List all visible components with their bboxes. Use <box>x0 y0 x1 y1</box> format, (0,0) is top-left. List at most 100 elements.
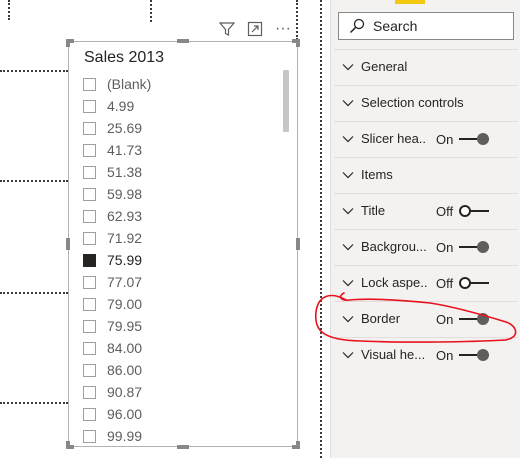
chevron-down-icon[interactable] <box>342 135 354 143</box>
chevron-down-icon[interactable] <box>342 279 354 287</box>
chevron-down-icon[interactable] <box>342 315 354 323</box>
format-section-label: Backgrou... <box>361 239 427 254</box>
slicer-item[interactable]: 86.00 <box>83 359 151 381</box>
slicer-item[interactable]: 4.99 <box>83 95 151 117</box>
slicer-title: Sales 2013 <box>84 49 165 66</box>
chevron-down-icon[interactable] <box>342 243 354 251</box>
slicer-checkbox[interactable] <box>83 187 96 201</box>
slicer-item[interactable]: 71.92 <box>83 227 151 249</box>
toggle-state-label: On <box>436 311 454 327</box>
slicer-item-label: 79.95 <box>107 318 143 334</box>
slicer-checkbox[interactable] <box>83 297 96 311</box>
chevron-down-icon[interactable] <box>342 171 354 179</box>
slicer-checkbox[interactable] <box>83 341 96 355</box>
format-section-label: Selection controls <box>361 95 464 110</box>
slicer-item[interactable]: 62.93 <box>83 205 151 227</box>
slicer-item[interactable]: 59.98 <box>83 183 151 205</box>
chevron-down-icon[interactable] <box>342 99 354 107</box>
resize-handle[interactable] <box>177 39 189 43</box>
format-section-lock-aspe[interactable]: Lock aspe... Off <box>334 265 518 299</box>
slicer-checkbox[interactable] <box>83 99 96 113</box>
slicer-item-label: 77.07 <box>107 274 143 290</box>
slicer-checkbox[interactable] <box>83 385 96 399</box>
slicer-checkbox[interactable] <box>83 319 96 333</box>
slicer-item-label: 59.98 <box>107 186 143 202</box>
toggle-knob <box>477 349 489 361</box>
format-section-border[interactable]: Border On <box>334 301 518 335</box>
toggle-control[interactable]: On <box>436 338 489 372</box>
toggle-knob <box>477 313 489 325</box>
toggle-switch[interactable] <box>459 205 489 217</box>
visual-header: ··· <box>218 20 292 38</box>
resize-handle[interactable] <box>296 441 300 449</box>
slicer-item[interactable]: 79.95 <box>83 315 151 337</box>
resize-handle[interactable] <box>66 39 70 47</box>
focus-mode-icon[interactable] <box>246 20 264 38</box>
toggle-switch[interactable] <box>459 277 489 289</box>
canvas-guide-line <box>0 180 68 182</box>
toggle-control[interactable]: On <box>436 230 489 264</box>
slicer-item[interactable]: 99.99 <box>83 425 151 447</box>
slicer-item-label: 51.38 <box>107 164 143 180</box>
slicer-item[interactable]: 41.73 <box>83 139 151 161</box>
chevron-down-icon[interactable] <box>342 63 354 71</box>
canvas-guide-line <box>296 0 298 40</box>
toggle-control[interactable]: Off <box>436 194 489 228</box>
slicer-item[interactable]: 51.38 <box>83 161 151 183</box>
slicer-checkbox[interactable] <box>83 407 96 421</box>
resize-handle[interactable] <box>177 445 189 449</box>
format-section-items[interactable]: Items <box>334 157 518 191</box>
resize-handle[interactable] <box>66 441 70 449</box>
toggle-control[interactable]: Off <box>436 266 489 300</box>
slicer-item[interactable]: 77.07 <box>83 271 151 293</box>
slicer-item-label: 25.69 <box>107 120 143 136</box>
canvas-guide-line <box>8 0 10 20</box>
slicer-scrollbar[interactable] <box>283 70 289 132</box>
slicer-checkbox[interactable] <box>83 143 96 157</box>
format-section-backgrou[interactable]: Backgrou... On <box>334 229 518 263</box>
slicer-checkbox[interactable] <box>83 121 96 135</box>
slicer-item[interactable]: 79.00 <box>83 293 151 315</box>
toggle-track <box>469 210 489 212</box>
slicer-item[interactable]: 84.00 <box>83 337 151 359</box>
toggle-control[interactable]: On <box>436 302 489 336</box>
format-section-general[interactable]: General <box>334 49 518 83</box>
slicer-item-label: 62.93 <box>107 208 143 224</box>
slicer-item[interactable]: 25.69 <box>83 117 151 139</box>
slicer-checkbox[interactable] <box>83 275 96 289</box>
resize-handle[interactable] <box>66 238 70 250</box>
slicer-checkbox[interactable] <box>83 231 96 245</box>
slicer-item[interactable]: (Blank) <box>83 73 151 95</box>
format-section-label: Border <box>361 311 401 326</box>
more-options-icon[interactable]: ··· <box>274 20 292 38</box>
slicer-visual[interactable]: Sales 2013 (Blank) 4.99 25.69 41.73 51.38 59.… <box>66 39 300 449</box>
resize-handle[interactable] <box>296 39 300 47</box>
toggle-switch[interactable] <box>459 313 489 325</box>
chevron-down-icon[interactable] <box>342 351 354 359</box>
slicer-item-label: 4.99 <box>107 98 135 114</box>
format-section-slicer-hea[interactable]: Slicer hea... On <box>334 121 518 155</box>
report-canvas[interactable]: ··· Sales 2013 (Blank) 4.99 25.69 41.73 51.3… <box>0 0 330 458</box>
chevron-down-icon[interactable] <box>342 207 354 215</box>
format-section-visual-he[interactable]: Visual he... On <box>334 337 518 371</box>
slicer-item[interactable]: 90.87 <box>83 381 151 403</box>
slicer-checkbox[interactable] <box>83 77 96 91</box>
search-input[interactable]: Search <box>338 12 514 40</box>
toggle-switch[interactable] <box>459 241 489 253</box>
toggle-state-label: Off <box>436 203 454 219</box>
resize-handle[interactable] <box>296 238 300 250</box>
slicer-checkbox[interactable] <box>83 253 96 267</box>
slicer-checkbox[interactable] <box>83 363 96 377</box>
format-section-label: General <box>361 59 408 74</box>
filter-icon[interactable] <box>218 20 236 38</box>
format-section-selection-controls[interactable]: Selection controls <box>334 85 518 119</box>
slicer-item[interactable]: 75.99 <box>83 249 151 271</box>
slicer-item[interactable]: 96.00 <box>83 403 151 425</box>
toggle-control[interactable]: On <box>436 122 489 156</box>
toggle-switch[interactable] <box>459 349 489 361</box>
slicer-checkbox[interactable] <box>83 165 96 179</box>
slicer-checkbox[interactable] <box>83 429 96 443</box>
format-section-title[interactable]: Title Off <box>334 193 518 227</box>
slicer-checkbox[interactable] <box>83 209 96 223</box>
toggle-switch[interactable] <box>459 133 489 145</box>
